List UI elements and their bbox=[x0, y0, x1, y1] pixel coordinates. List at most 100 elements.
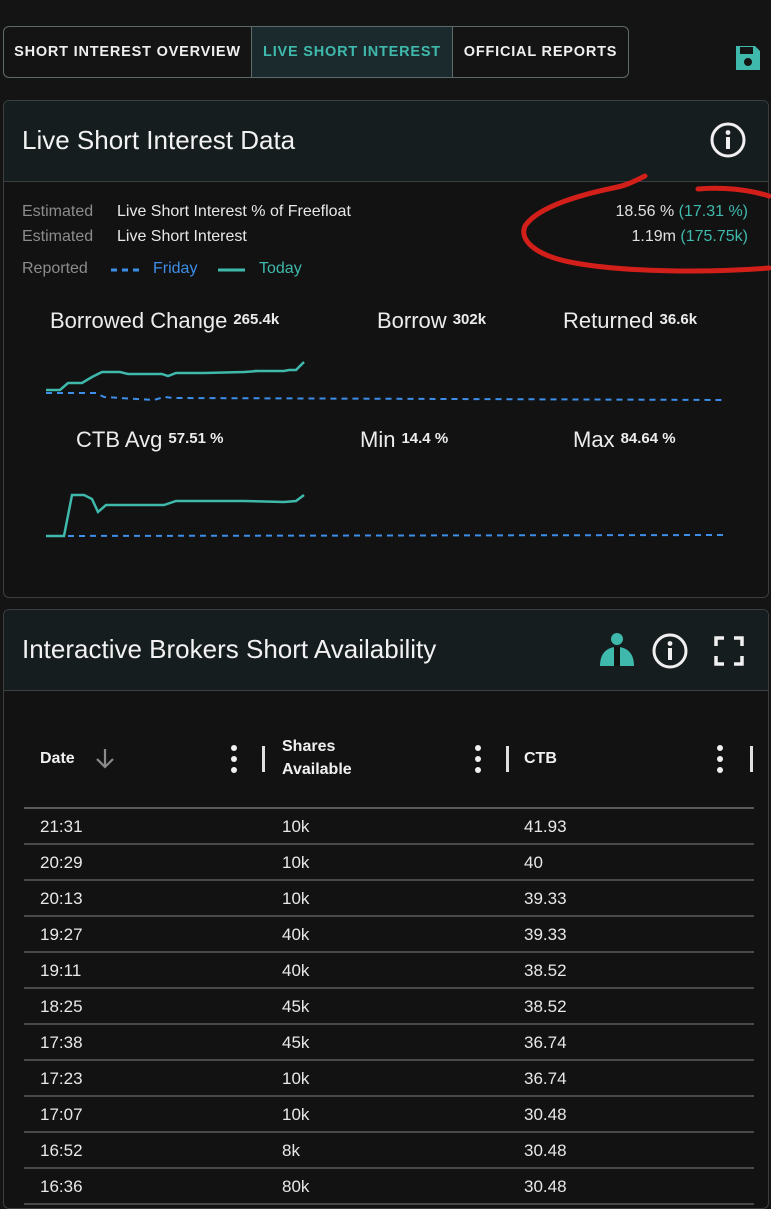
tab-bar: SHORT INTEREST OVERVIEW LIVE SHORT INTER… bbox=[3, 26, 629, 78]
column-resize-handle[interactable] bbox=[262, 746, 265, 772]
cell-date: 19:11 bbox=[40, 961, 82, 980]
tab-live-short-interest[interactable]: LIVE SHORT INTEREST bbox=[252, 27, 453, 77]
stat-label: Returned bbox=[563, 308, 654, 333]
column-menu-icon[interactable] bbox=[231, 745, 237, 778]
column-resize-handle[interactable] bbox=[506, 746, 509, 772]
ctb-sparkline bbox=[45, 493, 727, 538]
ctb-min-stat: Min 14.4 % bbox=[360, 427, 448, 453]
today-series-line bbox=[46, 361, 305, 392]
ctb-avg-stat: CTB Avg 57.51 % bbox=[76, 427, 223, 453]
returned-stat: Returned 36.6k bbox=[563, 308, 697, 334]
cell-shares: 10k bbox=[282, 889, 310, 908]
short-interest-label: Live Short Interest bbox=[117, 228, 247, 245]
cell-date: 17:23 bbox=[40, 1069, 83, 1088]
column-header-date[interactable]: Date bbox=[40, 748, 75, 770]
cell-ctb: 39.33 bbox=[524, 889, 567, 908]
friday-legend-swatch bbox=[111, 268, 143, 272]
column-menu-icon[interactable] bbox=[717, 745, 723, 778]
cell-date: 19:27 bbox=[40, 925, 83, 944]
cell-ctb: 36.74 bbox=[524, 1069, 567, 1088]
tab-official-reports[interactable]: OFFICIAL REPORTS bbox=[453, 27, 628, 77]
table-row[interactable]: 17:07 10k 30.48 bbox=[24, 1097, 754, 1133]
table-row[interactable]: 21:31 10k 41.93 bbox=[24, 809, 754, 845]
stat-label: Borrow bbox=[377, 308, 447, 333]
info-icon[interactable] bbox=[651, 632, 689, 670]
cell-shares: 10k bbox=[282, 853, 310, 872]
cell-date: 16:52 bbox=[40, 1141, 83, 1160]
cell-shares: 45k bbox=[282, 1033, 310, 1052]
cell-date: 17:38 bbox=[40, 1033, 83, 1052]
panel-header: Interactive Brokers Short Availability bbox=[4, 610, 768, 691]
friday-legend-label: Friday bbox=[153, 260, 198, 277]
cell-ctb: 30.48 bbox=[524, 1105, 567, 1124]
borrowed-change-stat: Borrowed Change 265.4k bbox=[50, 308, 279, 334]
stat-label: Borrowed Change bbox=[50, 308, 228, 333]
cell-date: 20:13 bbox=[40, 889, 83, 908]
stat-value: 84.64 % bbox=[620, 430, 676, 447]
friday-series-line bbox=[45, 534, 727, 537]
stat-value: 14.4 % bbox=[401, 430, 449, 447]
cell-shares: 80k bbox=[282, 1177, 310, 1196]
cell-ctb: 39.33 bbox=[524, 925, 567, 944]
table-row[interactable]: 17:38 45k 36.74 bbox=[24, 1025, 754, 1061]
reported-prefix: Reported bbox=[22, 260, 88, 277]
ctb-max-stat: Max 84.64 % bbox=[573, 427, 676, 453]
cell-shares: 40k bbox=[282, 925, 310, 944]
today-legend-label: Today bbox=[259, 260, 302, 277]
column-header-ctb[interactable]: CTB bbox=[524, 748, 557, 770]
freefloat-label: Live Short Interest % of Freefloat bbox=[117, 203, 351, 220]
table-row[interactable]: 19:11 40k 38.52 bbox=[24, 953, 754, 989]
ib-short-availability-panel: Interactive Brokers Short Availability D… bbox=[3, 609, 769, 1209]
save-icon[interactable] bbox=[733, 43, 763, 73]
stat-value: 265.4k bbox=[233, 311, 280, 328]
tab-short-interest-overview[interactable]: SHORT INTEREST OVERVIEW bbox=[4, 27, 252, 77]
table-row[interactable]: 19:27 40k 39.33 bbox=[24, 917, 754, 953]
cell-ctb: 40 bbox=[524, 853, 543, 872]
info-icon[interactable] bbox=[709, 121, 747, 159]
column-header-shares-line1[interactable]: Shares bbox=[282, 736, 335, 758]
column-header-shares-line2[interactable]: Available bbox=[282, 759, 352, 781]
cell-date: 21:31 bbox=[40, 817, 83, 836]
stat-value: 57.51 % bbox=[168, 430, 224, 447]
stat-value: 302k bbox=[452, 311, 487, 328]
table-row[interactable]: 16:52 8k 30.48 bbox=[24, 1133, 754, 1169]
stat-label: CTB Avg bbox=[76, 427, 163, 452]
table-row[interactable]: 17:23 10k 36.74 bbox=[24, 1061, 754, 1097]
stat-value: 36.6k bbox=[659, 311, 698, 328]
cell-ctb: 30.48 bbox=[524, 1141, 567, 1160]
table-row[interactable]: 20:29 10k 40 bbox=[24, 845, 754, 881]
cell-shares: 10k bbox=[282, 1069, 310, 1088]
cell-shares: 45k bbox=[282, 997, 310, 1016]
cell-shares: 8k bbox=[282, 1141, 300, 1160]
panel-title: Live Short Interest Data bbox=[22, 125, 296, 155]
cell-shares: 10k bbox=[282, 817, 310, 836]
sort-descending-icon[interactable] bbox=[94, 747, 116, 771]
cell-ctb: 36.74 bbox=[524, 1033, 567, 1052]
stat-label: Max bbox=[573, 427, 615, 452]
column-menu-icon[interactable] bbox=[475, 745, 481, 778]
cell-date: 18:25 bbox=[40, 997, 83, 1016]
column-resize-handle[interactable] bbox=[750, 746, 753, 772]
person-icon[interactable] bbox=[598, 632, 636, 670]
borrowed-sparkline bbox=[46, 361, 727, 402]
cell-ctb: 30.48 bbox=[524, 1177, 567, 1196]
stat-label: Min bbox=[360, 427, 396, 452]
estimated-prefix: Estimated bbox=[22, 228, 94, 245]
cell-date: 17:07 bbox=[40, 1105, 83, 1124]
today-series-line bbox=[46, 493, 305, 538]
cell-ctb: 41.93 bbox=[524, 817, 567, 836]
table-row[interactable]: 20:13 10k 39.33 bbox=[24, 881, 754, 917]
cell-ctb: 38.52 bbox=[524, 997, 567, 1016]
fullscreen-icon[interactable] bbox=[710, 632, 748, 670]
cell-shares: 10k bbox=[282, 1105, 310, 1124]
cell-ctb: 38.52 bbox=[524, 961, 567, 980]
table-row[interactable]: 18:25 45k 38.52 bbox=[24, 989, 754, 1025]
hand-drawn-circle-annotation bbox=[521, 173, 771, 274]
panel-title: Interactive Brokers Short Availability bbox=[22, 634, 437, 664]
cell-date: 20:29 bbox=[40, 853, 83, 872]
cell-shares: 40k bbox=[282, 961, 310, 980]
borrow-stat: Borrow 302k bbox=[377, 308, 486, 334]
cell-date: 16:36 bbox=[40, 1177, 83, 1196]
today-legend-swatch bbox=[218, 268, 245, 272]
friday-series-line bbox=[46, 392, 727, 402]
